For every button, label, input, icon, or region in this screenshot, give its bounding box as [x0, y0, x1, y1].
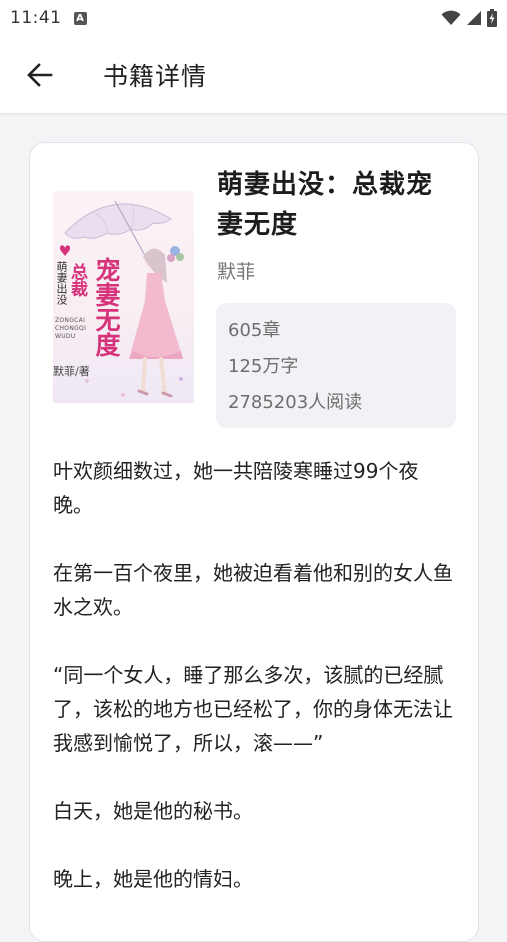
description-paragraph: 在第一百个夜里，她被迫看着他和别的女人鱼水之欢。 [53, 561, 453, 619]
cover-title-main: 宠妻无度 [92, 257, 121, 357]
status-time: 11:41 [10, 8, 62, 28]
arrow-left-icon [27, 62, 53, 87]
back-button[interactable] [20, 55, 60, 95]
app-bar: 书籍详情 [0, 36, 507, 114]
page-title: 书籍详情 [103, 61, 208, 91]
cover-pinyin: ZONGCAI CHONGQI WUDU [55, 317, 87, 340]
book-author[interactable]: 默菲 [217, 257, 255, 284]
a-square-icon: A [73, 11, 87, 25]
battery-charging-icon [487, 9, 497, 27]
book-detail-card: 宠妻无度 总裁 萌妻出没 ZONGCAI CHONGQI WUDU 默菲/著 萌… [29, 142, 479, 942]
wifi-icon [441, 10, 461, 25]
status-icons [441, 9, 497, 27]
book-stats: 605章 125万字 2785203人阅读 [216, 303, 456, 428]
description-paragraph: 白天，她是他的秘书。 [53, 799, 253, 823]
cover-title-small: 萌妻出没 [55, 261, 68, 305]
cover-title-sub: 总裁 [67, 263, 87, 297]
book-description: 叶欢颜细数过，她一共陪陵寒睡过99个夜晚。 在第一百个夜里，她被迫看着他和别的女… [53, 454, 453, 930]
word-count: 125万字 [228, 356, 299, 377]
chapter-count: 605章 [228, 320, 281, 341]
reader-count: 2785203人阅读 [228, 392, 363, 413]
description-paragraph: 晚上，她是他的情妇。 [53, 867, 253, 891]
description-paragraph: “同一个女人，睡了那么多次，该腻的已经腻了，该松的地方也已经松了，你的身体无法让… [53, 663, 453, 755]
description-paragraph: 叶欢颜细数过，她一共陪陵寒睡过99个夜晚。 [53, 459, 419, 517]
status-bar: 11:41 A [0, 0, 507, 36]
signal-icon [467, 11, 481, 25]
book-title: 萌妻出没：总裁宠妻无度 [217, 170, 434, 240]
book-cover[interactable]: 宠妻无度 总裁 萌妻出没 ZONGCAI CHONGQI WUDU 默菲/著 [53, 191, 194, 403]
cover-author: 默菲/著 [53, 365, 90, 378]
